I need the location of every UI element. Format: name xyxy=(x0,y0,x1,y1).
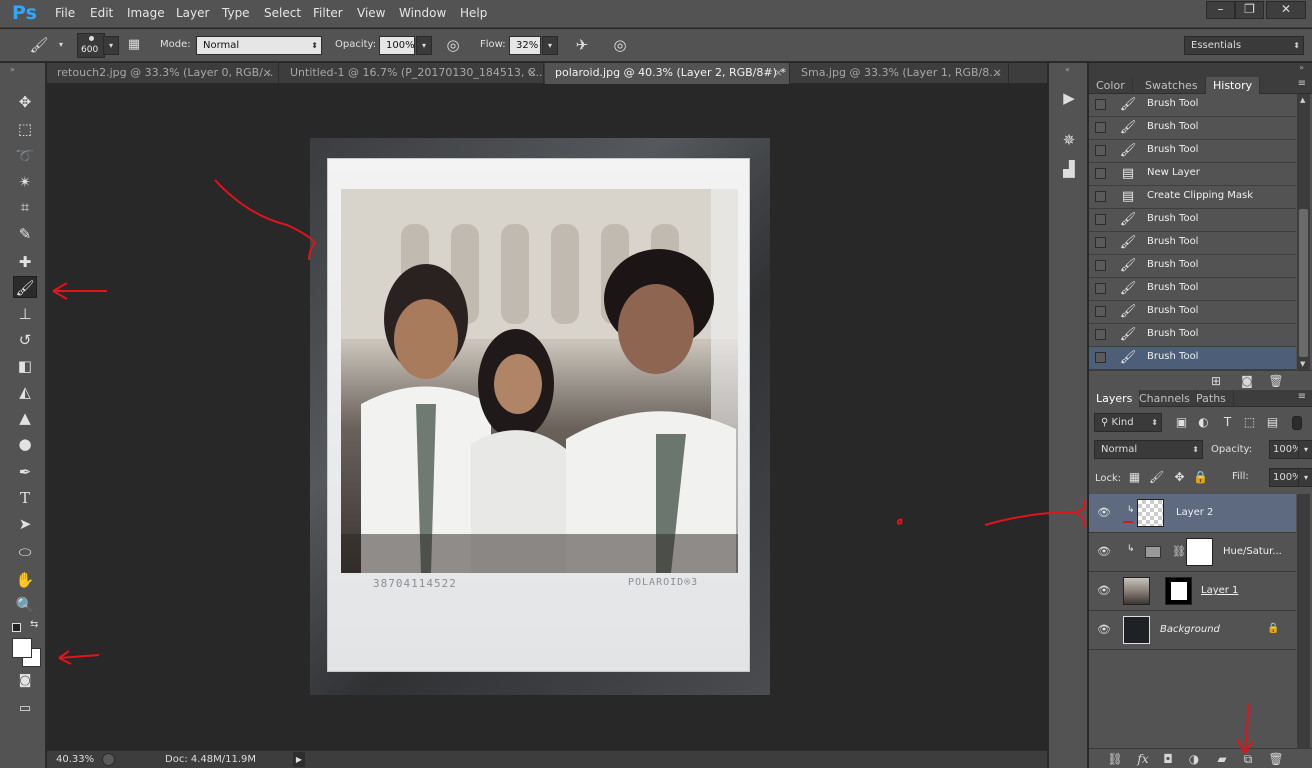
close-tab-icon[interactable]: × xyxy=(774,63,783,83)
opacity-dropdown[interactable]: ▾ xyxy=(416,36,432,55)
rectangular-marquee-icon[interactable]: ⬚ xyxy=(13,118,37,140)
tab-polaroid[interactable]: polaroid.jpg @ 40.3% (Layer 2, RGB/8#) *… xyxy=(545,63,790,84)
foreground-color-swatch[interactable] xyxy=(12,638,32,658)
menu-edit[interactable]: Edit xyxy=(90,6,113,20)
swap-colors-icon[interactable]: ⇆ xyxy=(30,619,38,630)
menu-help[interactable]: Help xyxy=(460,6,487,20)
eraser-tool-icon[interactable]: ◧ xyxy=(13,355,37,377)
opacity-value: 100% xyxy=(386,40,415,51)
type-tool-icon[interactable]: T xyxy=(13,487,37,509)
history-brush-icon[interactable]: ↺ xyxy=(13,329,37,351)
photoshop-logo: Ps xyxy=(12,2,37,24)
workspace-value: Essentials xyxy=(1191,40,1242,51)
panel-dock: « ▶ ✵ ▟ xyxy=(1048,63,1088,768)
tab-sma[interactable]: Sma.jpg @ 33.3% (Layer 1, RGB/8... × xyxy=(791,63,1009,84)
collapse-dock-icon[interactable]: « xyxy=(1065,65,1070,74)
pressure-opacity-icon[interactable]: ◎ xyxy=(442,34,464,56)
menu-image[interactable]: Image xyxy=(127,6,165,20)
mode-value: Normal xyxy=(203,40,240,51)
airbrush-icon[interactable]: ✈ xyxy=(571,34,593,56)
right-panels: » Color Swatches History ≡ 🖌 Brush Tool 🖌… xyxy=(1089,63,1312,768)
dodge-tool-icon[interactable]: ● xyxy=(13,433,37,455)
move-tool-icon[interactable]: ✥ xyxy=(13,91,37,113)
options-bar: 🖌 ▾ 600 ▾ ▦ Mode: Normal ⬍ Opacity: 100% … xyxy=(0,29,1312,62)
healing-brush-icon[interactable]: ✚ xyxy=(13,251,37,273)
menu-layer[interactable]: Layer xyxy=(176,6,209,20)
brush-size-picker[interactable]: 600 xyxy=(77,33,105,58)
default-colors-icon[interactable] xyxy=(12,623,21,632)
menu-filter[interactable]: Filter xyxy=(313,6,343,20)
menu-type[interactable]: Type xyxy=(222,6,250,20)
menu-select[interactable]: Select xyxy=(264,6,301,20)
red-annotations xyxy=(52,179,903,665)
navigator-icon[interactable]: ✵ xyxy=(1058,129,1080,151)
hand-tool-icon[interactable]: ✋ xyxy=(13,569,37,591)
document-tabs: retouch2.jpg @ 33.3% (Layer 0, RGB/... ×… xyxy=(47,63,1047,84)
status-menu-arrow-icon[interactable]: ▶ xyxy=(293,752,305,767)
tool-preset-dropdown[interactable]: ▾ xyxy=(53,36,69,55)
histogram-icon[interactable]: ▟ xyxy=(1058,158,1080,180)
actions-play-icon[interactable]: ▶ xyxy=(1058,87,1080,109)
menu-file[interactable]: File xyxy=(55,6,75,20)
brush-panel-toggle-icon[interactable]: ▦ xyxy=(123,34,145,56)
close-icon[interactable]: ✕ xyxy=(1266,1,1306,19)
flow-input[interactable]: 32% xyxy=(509,36,541,55)
menu-window[interactable]: Window xyxy=(399,6,446,20)
pen-tool-icon[interactable]: ✒ xyxy=(13,461,37,483)
status-bar: 40.33% Doc: 4.48M/11.9M ▶ xyxy=(47,750,1047,768)
tab-label: polaroid.jpg @ 40.3% (Layer 2, RGB/8#) * xyxy=(555,66,786,79)
tab-untitled-1[interactable]: Untitled-1 @ 16.7% (P_20170130_184513, C… xyxy=(280,63,544,84)
menu-bar: Ps File Edit Image Layer Type Select Fil… xyxy=(0,0,1312,28)
ellipse-tool-icon[interactable]: ⬭ xyxy=(13,541,37,563)
tab-label: Sma.jpg @ 33.3% (Layer 1, RGB/8... xyxy=(801,66,1000,79)
flow-value: 32% xyxy=(516,40,539,51)
magic-wand-icon[interactable]: ✴ xyxy=(13,171,37,193)
flow-dropdown[interactable]: ▾ xyxy=(542,36,558,55)
zoom-tool-icon[interactable]: 🔍 xyxy=(13,594,37,616)
crop-tool-icon[interactable]: ⌗ xyxy=(13,196,37,218)
mode-label: Mode: xyxy=(160,39,191,50)
brush-tool-icon[interactable]: 🖌 xyxy=(13,276,37,298)
opacity-input[interactable]: 100% xyxy=(379,36,415,55)
flow-label: Flow: xyxy=(480,39,506,50)
tools-panel: » ✥ ⬚ ➰ ✴ ⌗ ✎ ✚ 🖌 ⊥ ↺ ◧ ◭ ▲ ● ✒ T ➤ ⬭ ✋ … xyxy=(0,63,46,768)
zoom-level[interactable]: 40.33% xyxy=(56,754,94,765)
close-tab-icon[interactable]: × xyxy=(993,63,1002,83)
brush-size-value: 600 xyxy=(81,45,99,55)
brush-tip-icon xyxy=(89,36,94,41)
menu-view[interactable]: View xyxy=(357,6,385,20)
minimize-icon[interactable]: – xyxy=(1206,1,1235,19)
lasso-tool-icon[interactable]: ➰ xyxy=(13,145,37,167)
path-selection-icon[interactable]: ➤ xyxy=(13,513,37,535)
layer-pointer-annotation xyxy=(984,499,1086,529)
tab-label: Untitled-1 @ 16.7% (P_20170130_184513, C… xyxy=(290,66,544,79)
canvas-area[interactable]: 38704114522 POLAROID®3 xyxy=(47,85,1047,750)
panel-red-annotations xyxy=(1123,521,1254,754)
restore-icon[interactable]: ❐ xyxy=(1235,1,1264,19)
brush-size-dropdown[interactable]: ▾ xyxy=(103,36,119,55)
opacity-label: Opacity: xyxy=(335,39,377,50)
eyedropper-icon[interactable]: ✎ xyxy=(13,223,37,245)
mode-select[interactable]: Normal ⬍ xyxy=(196,36,322,55)
collapse-tools-icon[interactable]: » xyxy=(10,65,15,74)
clone-stamp-icon[interactable]: ⊥ xyxy=(13,303,37,325)
tab-label: retouch2.jpg @ 33.3% (Layer 0, RGB/... xyxy=(57,66,274,79)
screen-mode-icon[interactable]: ▭ xyxy=(13,698,37,720)
paint-bucket-icon[interactable]: ◭ xyxy=(13,381,37,403)
brush-tool-preset-icon[interactable]: 🖌 xyxy=(28,34,50,56)
close-tab-icon[interactable]: × xyxy=(263,63,272,83)
workspace-select[interactable]: Essentials ⬍ xyxy=(1184,36,1304,55)
pressure-size-icon[interactable]: ◎ xyxy=(609,34,631,56)
status-info-icon[interactable] xyxy=(102,753,115,766)
doc-size: Doc: 4.48M/11.9M xyxy=(165,754,257,765)
close-tab-icon[interactable]: × xyxy=(528,63,537,83)
quick-mask-icon[interactable]: ◙ xyxy=(13,670,37,692)
blur-tool-icon[interactable]: ▲ xyxy=(13,407,37,429)
tab-retouch2[interactable]: retouch2.jpg @ 33.3% (Layer 0, RGB/... × xyxy=(47,63,279,84)
